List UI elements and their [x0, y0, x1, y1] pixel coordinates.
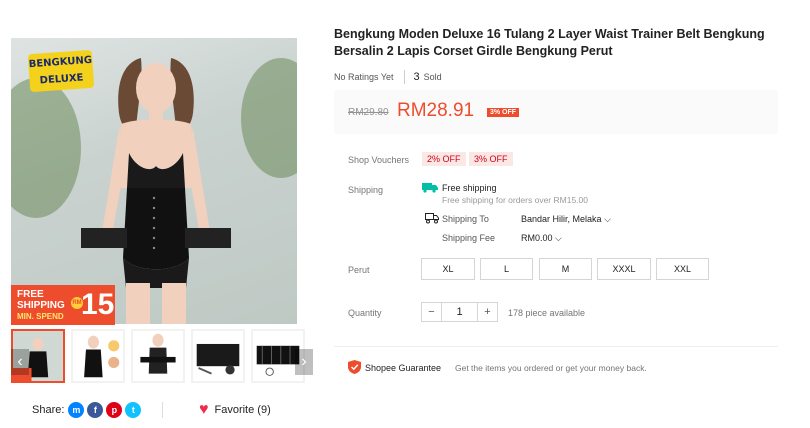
thumbnail-2[interactable] — [71, 329, 125, 383]
product-stats: No Ratings Yet 3 Sold — [334, 70, 442, 84]
thumbnail-next-arrow[interactable]: › — [295, 349, 313, 375]
variation-option-m[interactable]: M — [539, 258, 592, 280]
share-label: Share: — [32, 404, 65, 416]
quantity-available: 178 piece available — [508, 308, 586, 318]
badge-line2: DELUXE — [39, 72, 84, 87]
variation-label: Perut — [348, 265, 370, 275]
chevron-down-icon: ⌵ — [555, 233, 562, 243]
original-price: RM29.80 — [348, 107, 389, 118]
price-section: RM29.80 RM28.91 3% OFF — [334, 90, 778, 134]
shop-vouchers-label: Shop Vouchers — [348, 155, 410, 165]
shipping-to-select[interactable]: Bandar Hilir, Melaka ⌵ — [521, 214, 611, 225]
discount-badge: 3% OFF — [487, 108, 520, 117]
voucher-3-off[interactable]: 3% OFF — [469, 152, 513, 166]
shopee-guarantee-title[interactable]: Shopee Guarantee — [365, 363, 441, 373]
truck-icon — [425, 213, 439, 224]
promo-line1: FREE — [17, 289, 44, 300]
quantity-label: Quantity — [348, 308, 382, 318]
quantity-increase-button[interactable]: + — [477, 302, 498, 322]
pinterest-icon[interactable]: p — [106, 402, 123, 418]
promo-min-spend: MIN. SPEND — [17, 312, 64, 321]
thumbnail-4[interactable] — [191, 329, 245, 383]
free-shipping-title: Free shipping — [442, 183, 497, 193]
share-divider — [162, 402, 163, 418]
product-gallery: BENGKUNG DELUXE FREE SHIPPING MIN. SPEND… — [0, 0, 328, 428]
free-shipping-subtitle: Free shipping for orders over RM15.00 — [442, 195, 588, 205]
thumbnail-prev-arrow[interactable]: ‹ — [11, 349, 29, 375]
bengkung-deluxe-badge: BENGKUNG DELUXE — [27, 49, 95, 93]
variation-option-xl[interactable]: XL — [421, 258, 475, 280]
shipping-to-label: Shipping To — [442, 214, 489, 224]
sold-count: 3 — [413, 71, 420, 83]
background-plant — [11, 78, 81, 218]
thumbnail-3[interactable] — [131, 329, 185, 383]
favorite-label: Favorite (9) — [214, 404, 271, 416]
facebook-icon[interactable]: f — [87, 402, 104, 418]
share-bar: Share: m f p t — [32, 402, 144, 418]
ratings-text: No Ratings Yet — [334, 72, 394, 82]
heart-icon: ♥ — [199, 401, 209, 418]
twitter-icon[interactable]: t — [125, 402, 142, 418]
shipping-to-value: Bandar Hilir, Melaka — [521, 214, 602, 224]
shipping-fee-select[interactable]: RM0.00 ⌵ — [521, 233, 562, 244]
background-plant — [241, 58, 297, 178]
variation-option-l[interactable]: L — [480, 258, 533, 280]
voucher-2-off[interactable]: 2% OFF — [422, 152, 466, 166]
promo-line2: SHIPPING — [17, 300, 65, 311]
shopee-guarantee-subtitle: Get the items you ordered or get your mo… — [455, 363, 647, 373]
quantity-input[interactable]: 1 — [441, 302, 478, 322]
quantity-decrease-button[interactable]: − — [421, 302, 442, 322]
variation-option-xxxl[interactable]: XXXL — [597, 258, 651, 280]
variation-option-xxl[interactable]: XXL — [656, 258, 709, 280]
main-product-image[interactable]: BENGKUNG DELUXE — [11, 38, 297, 324]
free-shipping-promo: FREE SHIPPING MIN. SPEND RM 15 — [11, 285, 115, 325]
promo-amount: 15 — [81, 288, 115, 321]
sold-label: Sold — [423, 72, 442, 82]
product-title: Bengkung Moden Deluxe 16 Tulang 2 Layer … — [334, 27, 765, 58]
chevron-down-icon: ⌵ — [604, 214, 611, 224]
stats-divider — [403, 70, 405, 84]
shipping-fee-value: RM0.00 — [521, 233, 553, 243]
free-shipping-icon — [422, 183, 438, 193]
section-divider — [334, 346, 778, 347]
messenger-icon[interactable]: m — [68, 402, 85, 418]
shipping-fee-label: Shipping Fee — [442, 233, 496, 243]
favorite-button[interactable]: ♥ Favorite (9) — [199, 402, 271, 418]
shopee-guarantee-icon — [348, 360, 361, 374]
thumbnail-strip: ‹ › — [11, 329, 313, 385]
shipping-label: Shipping — [348, 185, 384, 195]
current-price: RM28.91 — [397, 100, 475, 121]
